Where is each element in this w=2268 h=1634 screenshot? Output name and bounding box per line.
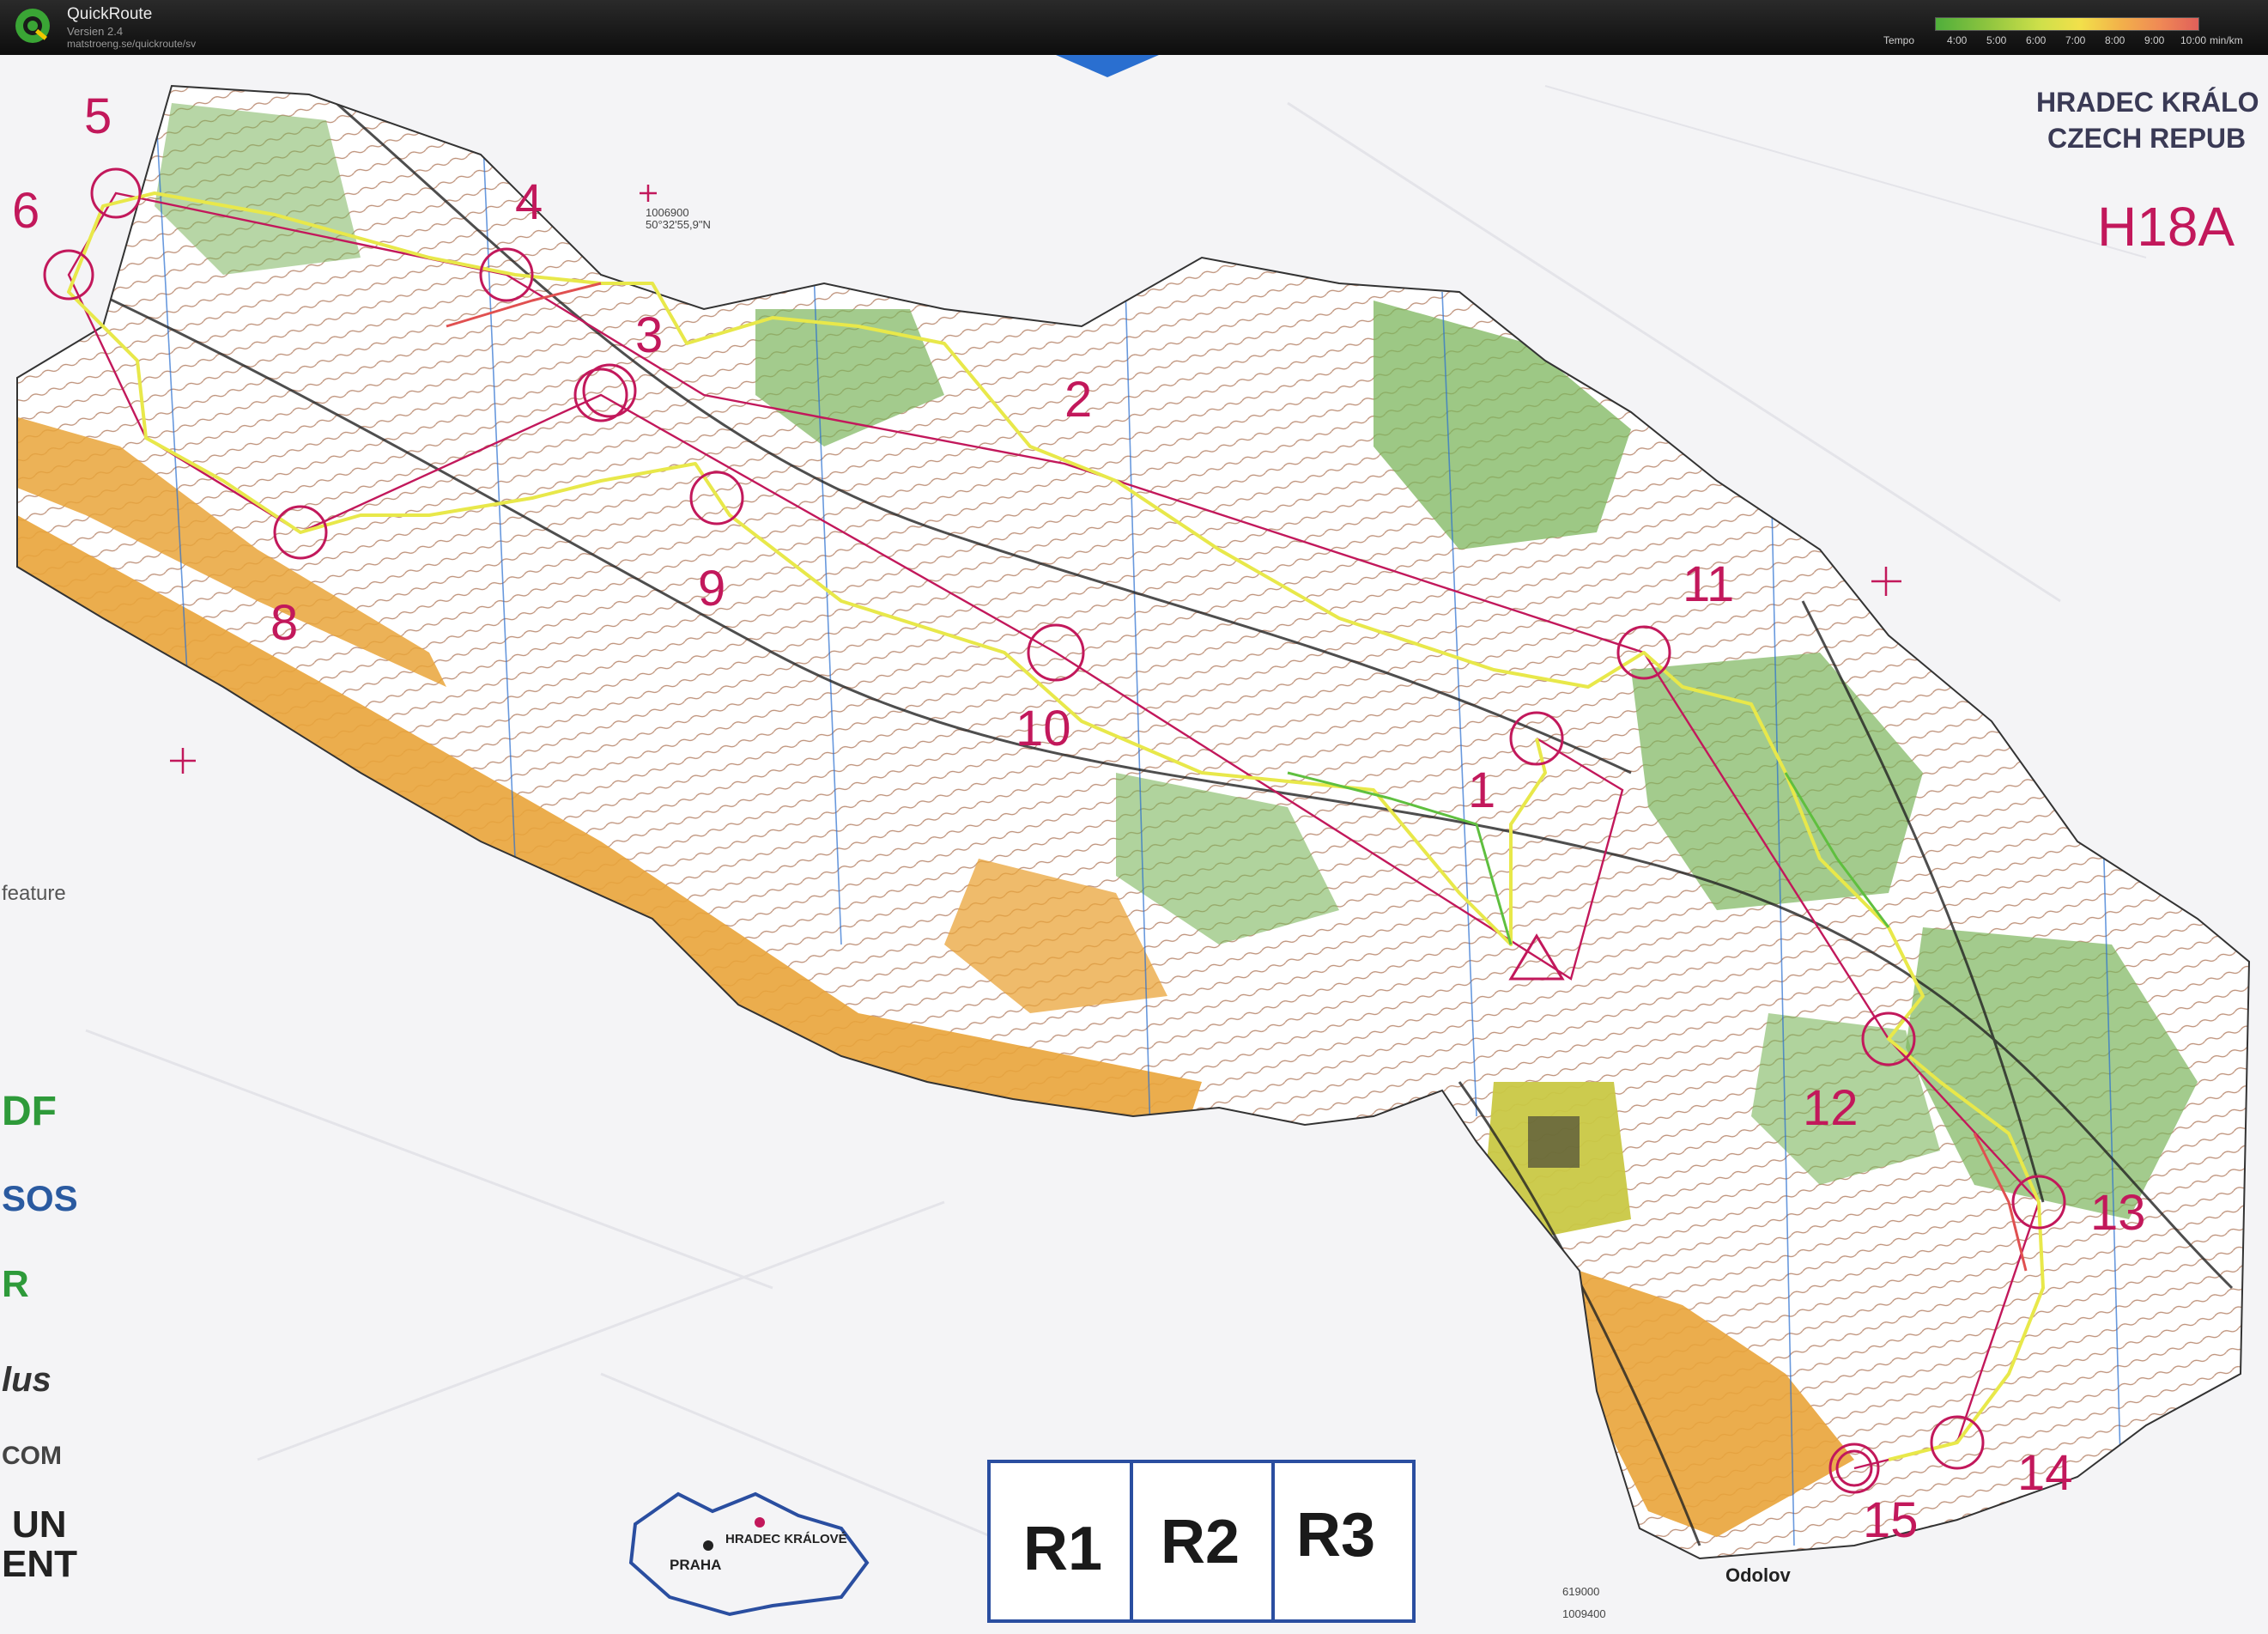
- sponsor-text: UN: [12, 1503, 67, 1546]
- orienteering-map[interactable]: 1 2 3 4 5 6 8 9 10 11 12 13 14 15 100690…: [0, 55, 2268, 1634]
- tempo-tick: 6:00: [2026, 34, 2047, 46]
- legend-feature-label: feature: [2, 882, 66, 905]
- coord-top-1: 1006900: [646, 206, 689, 219]
- coord-bottom-1: 619000: [1562, 1585, 1599, 1598]
- relay-box-label: R1: [1023, 1515, 1102, 1583]
- control-number: 15: [1863, 1492, 1919, 1548]
- tempo-tick: 10:00: [2180, 34, 2207, 46]
- sponsor-text: COM: [2, 1442, 62, 1470]
- sponsor-text: SOS: [2, 1178, 78, 1218]
- tempo-tick: 9:00: [2144, 34, 2165, 46]
- control-number: 8: [270, 595, 298, 651]
- control-number: 12: [1803, 1080, 1859, 1136]
- app-title: QuickRoute: [67, 5, 153, 23]
- relay-boxes: R1 R2 R3: [987, 1460, 1416, 1623]
- control-number: 6: [12, 183, 39, 239]
- quickroute-logo-icon: [15, 9, 50, 43]
- control-number: 14: [2017, 1445, 2073, 1501]
- control-number: 11: [1683, 556, 1734, 612]
- sponsor-text: ENT: [2, 1543, 77, 1585]
- region-line-2: CZECH REPUB: [2047, 123, 2246, 154]
- control-number: 2: [1064, 372, 1092, 428]
- tempo-tick: 5:00: [1986, 34, 2007, 46]
- region-line-1: HRADEC KRÁLO: [2036, 87, 2259, 118]
- place-label: Odolov: [1725, 1564, 1792, 1586]
- control-number: 4: [515, 174, 543, 230]
- control-number: 10: [1016, 701, 1071, 756]
- tempo-unit: min/km: [2210, 34, 2243, 46]
- title-bar: QuickRoute Versien 2.4 matstroeng.se/qui…: [0, 0, 2268, 56]
- control-number: 3: [635, 307, 663, 363]
- tempo-tick: 7:00: [2065, 34, 2086, 46]
- inset-label-hradec: HRADEC KRÁLOVÉ: [725, 1532, 847, 1546]
- tempo-tick: 8:00: [2105, 34, 2125, 46]
- class-label: H18A: [2097, 196, 2235, 258]
- sponsor-text: DF: [2, 1089, 57, 1134]
- control-number: 9: [698, 561, 725, 617]
- relay-box-label: R3: [1296, 1501, 1375, 1570]
- coord-bottom-2: 1009400: [1562, 1607, 1606, 1620]
- control-number: 5: [84, 88, 112, 144]
- app-url: matstroeng.se/quickroute/sv: [67, 38, 197, 50]
- tempo-label: Tempo: [1883, 34, 1915, 46]
- control-number: 13: [2090, 1185, 2146, 1241]
- app-version: Versien 2.4: [67, 25, 124, 38]
- inset-label-praha: PRAHA: [670, 1557, 721, 1573]
- tempo-tick: 4:00: [1947, 34, 1968, 46]
- control-number: 1: [1468, 762, 1495, 818]
- sponsor-text: lus: [2, 1361, 52, 1399]
- relay-box-label: R2: [1161, 1508, 1240, 1576]
- coord-top-2: 50°32'55,9"N: [646, 218, 711, 231]
- sponsor-text: R: [2, 1263, 29, 1305]
- tempo-color-scale: [1935, 17, 2199, 31]
